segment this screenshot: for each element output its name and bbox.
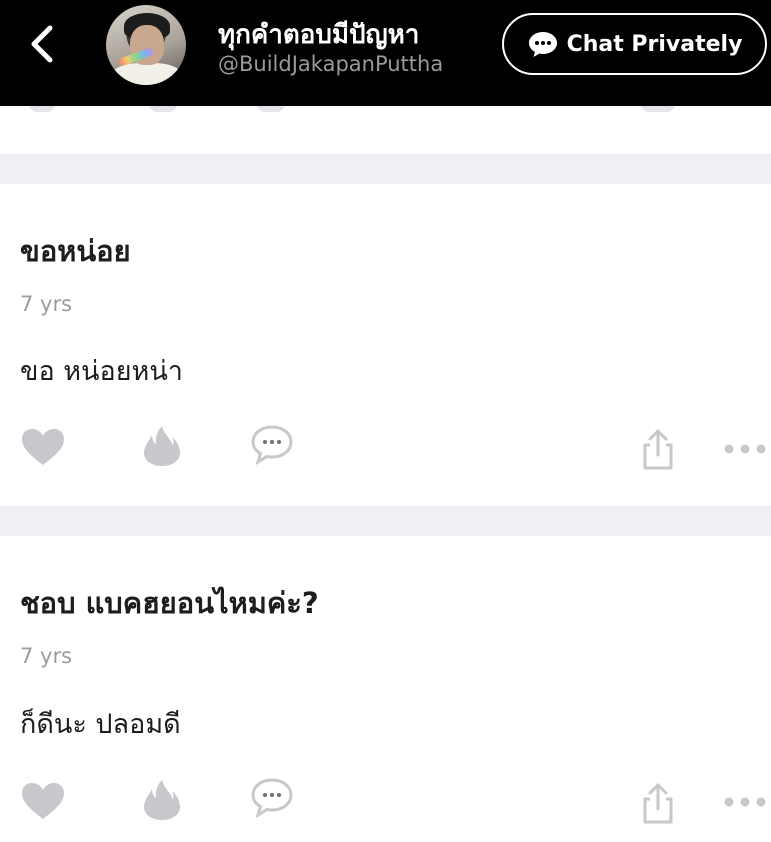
post-divider xyxy=(0,154,771,184)
chat-privately-button[interactable]: Chat Privately xyxy=(502,13,767,75)
comment-icon[interactable] xyxy=(251,778,293,818)
comment-icon[interactable] xyxy=(251,425,293,465)
fire-icon[interactable] xyxy=(143,425,181,467)
avatar[interactable] xyxy=(106,5,186,85)
post-timestamp: 7 yrs xyxy=(20,644,73,668)
post-timestamp: 7 yrs xyxy=(20,292,73,316)
fire-icon[interactable] xyxy=(143,779,181,821)
more-icon[interactable] xyxy=(723,442,767,456)
post-divider xyxy=(0,506,771,536)
heart-icon[interactable] xyxy=(20,427,66,467)
post-question: ขอหน่อย xyxy=(20,234,131,268)
share-icon[interactable] xyxy=(637,782,679,824)
post-answer: ขอ หน่อยหน่า xyxy=(20,356,183,387)
post-answer: ก็ดีนะ ปลอมดี xyxy=(20,709,181,740)
profile-name: ทุกคำตอบมีปัญหา xyxy=(218,20,420,50)
chat-button-label: Chat Privately xyxy=(566,31,743,57)
profile-handle: @BuildJakapanPuttha xyxy=(218,52,444,76)
share-icon[interactable] xyxy=(637,428,679,470)
post-question: ชอบ แบคฮยอนไหมค่ะ? xyxy=(20,586,319,620)
chat-bubble-icon xyxy=(528,32,557,57)
profile-header: ทุกคำตอบมีปัญหา @BuildJakapanPuttha Chat… xyxy=(0,0,771,106)
more-icon[interactable] xyxy=(723,795,767,809)
answer-post: ขอหน่อย 7 yrs ขอ หน่อยหน่า xyxy=(0,184,771,506)
back-arrow-icon[interactable] xyxy=(22,22,66,66)
answer-post: ชอบ แบคฮยอนไหมค่ะ? 7 yrs ก็ดีนะ ปลอมดี xyxy=(0,536,771,842)
heart-icon[interactable] xyxy=(20,781,66,821)
